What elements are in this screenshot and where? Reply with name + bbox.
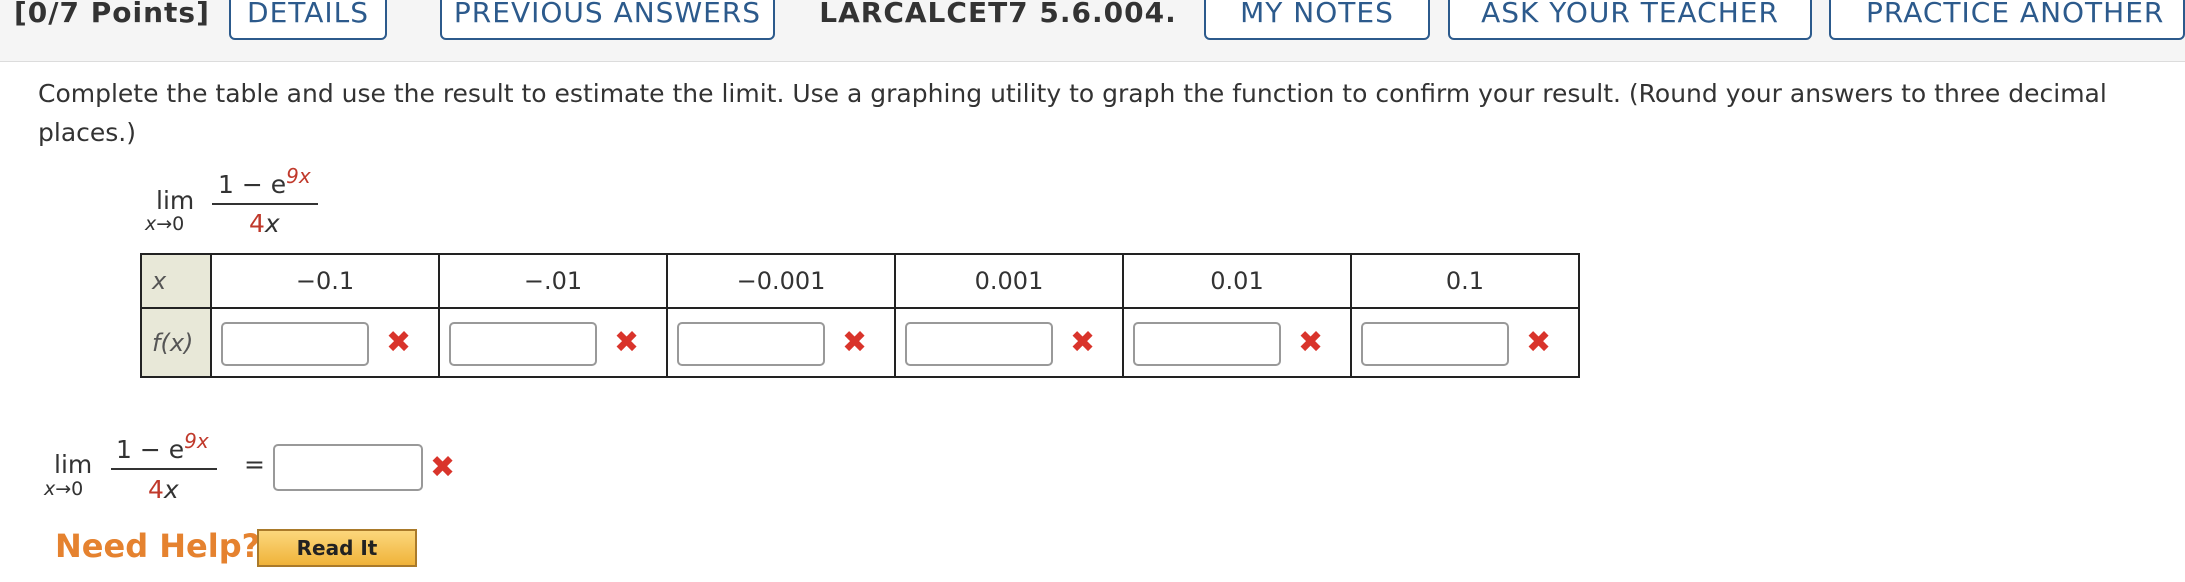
x-value-cell: 0.001 [894, 253, 1124, 309]
cross-mark-icon: ✖ [1526, 325, 1552, 360]
fx-input-2[interactable] [449, 322, 597, 366]
my-notes-button[interactable]: MY NOTES [1204, 0, 1430, 40]
lim-arrow-zero: →0 [156, 213, 185, 235]
fx-cell: ✖ [210, 307, 440, 378]
cross-mark-icon: ✖ [430, 450, 456, 485]
question-text: Complete the table and use the result to… [38, 79, 2107, 147]
details-button[interactable]: DETAILS [229, 0, 387, 40]
cross-mark-icon: ✖ [842, 325, 868, 360]
fx-input-3[interactable] [677, 322, 825, 366]
fx-cell: ✖ [438, 307, 668, 378]
practice-another-button[interactable]: PRACTICE ANOTHER [1829, 0, 2185, 40]
lim-subscript: x→0 [44, 478, 84, 500]
fx-cell: ✖ [1350, 307, 1580, 378]
x-value-cell: 0.1 [1350, 253, 1580, 309]
fx-cell: ✖ [666, 307, 896, 378]
x-value-cell: −0.1 [210, 253, 440, 309]
need-help-label: Need Help? [55, 527, 261, 565]
x-value-cell: −0.001 [666, 253, 896, 309]
x-value-cell: 0.01 [1122, 253, 1352, 309]
fx-input-5[interactable] [1133, 322, 1281, 366]
lim-subscript: x→0 [145, 213, 185, 235]
table-row-fx: f(x) ✖ ✖ ✖ ✖ ✖ ✖ [140, 307, 1580, 378]
fx-input-1[interactable] [221, 322, 369, 366]
cross-mark-icon: ✖ [1070, 325, 1096, 360]
equals-sign: = [244, 450, 265, 479]
fraction-numerator: 1 − e9x [218, 164, 311, 199]
x-value-cell: −.01 [438, 253, 668, 309]
lim-word: lim [156, 186, 195, 215]
values-table: x −0.1 −.01 −0.001 0.001 0.01 0.1 f(x) ✖… [140, 253, 1580, 378]
ask-teacher-button[interactable]: ASK YOUR TEACHER [1448, 0, 1812, 40]
fx-input-4[interactable] [905, 322, 1053, 366]
fraction-numerator: 1 − e9x [116, 429, 209, 464]
fx-input-6[interactable] [1361, 322, 1509, 366]
cross-mark-icon: ✖ [386, 325, 412, 360]
fraction-bar [212, 203, 318, 205]
cross-mark-icon: ✖ [614, 325, 640, 360]
read-it-button[interactable]: Read It [257, 529, 417, 567]
problem-id-label: LARCALCET7 5.6.004. [819, 0, 1177, 29]
points-label: [0/7 Points] [14, 0, 210, 29]
cross-mark-icon: ✖ [1298, 325, 1324, 360]
toolbar: [0/7 Points] DETAILS PREVIOUS ANSWERS LA… [0, 0, 2185, 62]
fraction-bar [111, 468, 217, 470]
lim-arrow-zero: →0 [55, 478, 84, 500]
x-header: x [140, 253, 212, 309]
fx-cell: ✖ [1122, 307, 1352, 378]
fraction-denominator: 4x [249, 209, 280, 238]
lim-word: lim [54, 450, 93, 479]
fraction-denominator: 4x [148, 475, 179, 504]
fx-header: f(x) [140, 307, 212, 378]
previous-answers-button[interactable]: PREVIOUS ANSWERS [440, 0, 775, 40]
limit-answer-input[interactable] [273, 444, 423, 491]
table-row-x: x −0.1 −.01 −0.001 0.001 0.01 0.1 [140, 253, 1580, 309]
fx-cell: ✖ [894, 307, 1124, 378]
